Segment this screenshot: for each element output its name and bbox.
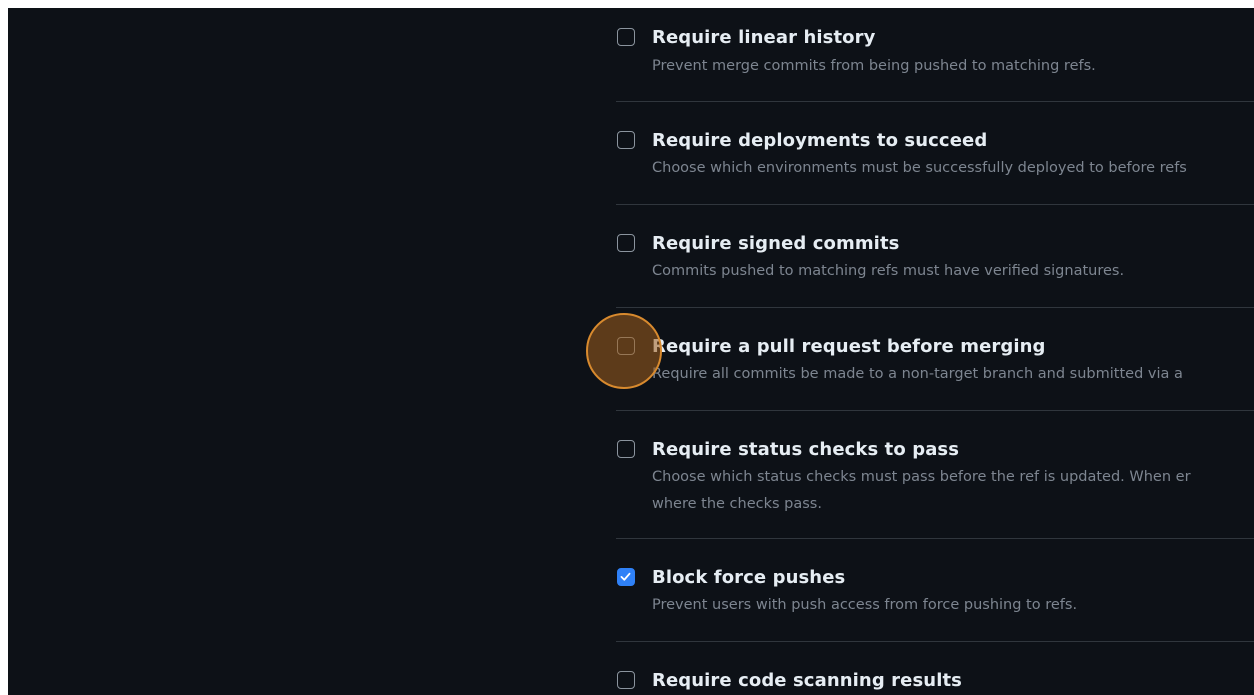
rule-checkbox[interactable]: [617, 671, 635, 689]
rule-require-pull-request: Require a pull request before merging Re…: [616, 308, 1254, 411]
branch-rules-list: Require linear history Prevent merge com…: [616, 8, 1254, 695]
rule-description-continued: where the checks pass.: [652, 496, 822, 512]
rule-description: Choose which environments must be succes…: [652, 160, 1187, 176]
rule-checkbox[interactable]: [617, 337, 635, 355]
rule-title: Require deployments to succeed: [652, 130, 988, 151]
rule-require-code-scanning: Require code scanning results: [616, 642, 1254, 695]
rule-title: Require status checks to pass: [652, 439, 960, 460]
rule-title: Require signed commits: [652, 233, 900, 254]
settings-panel: Require linear history Prevent merge com…: [8, 8, 1254, 695]
rule-description: Commits pushed to matching refs must hav…: [652, 263, 1125, 279]
rule-require-linear-history: Require linear history Prevent merge com…: [616, 8, 1254, 102]
rule-title: Require linear history: [652, 27, 876, 48]
rule-description: Prevent users with push access from forc…: [652, 597, 1078, 613]
rule-block-force-pushes: Block force pushes Prevent users with pu…: [616, 539, 1254, 642]
rule-checkbox[interactable]: [617, 131, 635, 149]
rule-checkbox[interactable]: [617, 440, 635, 458]
rule-require-signed-commits: Require signed commits Commits pushed to…: [616, 205, 1254, 308]
rule-description: Require all commits be made to a non-tar…: [652, 366, 1183, 382]
rule-checkbox-checked[interactable]: [617, 568, 635, 586]
rule-checkbox[interactable]: [617, 28, 635, 46]
check-icon: [620, 572, 631, 581]
rule-require-deployments: Require deployments to succeed Choose wh…: [616, 102, 1254, 205]
rule-checkbox[interactable]: [617, 234, 635, 252]
rule-description: Choose which status checks must pass bef…: [652, 469, 1191, 485]
rule-description: Prevent merge commits from being pushed …: [652, 58, 1096, 74]
rule-title: Block force pushes: [652, 567, 846, 588]
rule-require-status-checks: Require status checks to pass Choose whi…: [616, 411, 1254, 539]
rule-title: Require a pull request before merging: [652, 336, 1046, 357]
rule-title: Require code scanning results: [652, 670, 962, 691]
